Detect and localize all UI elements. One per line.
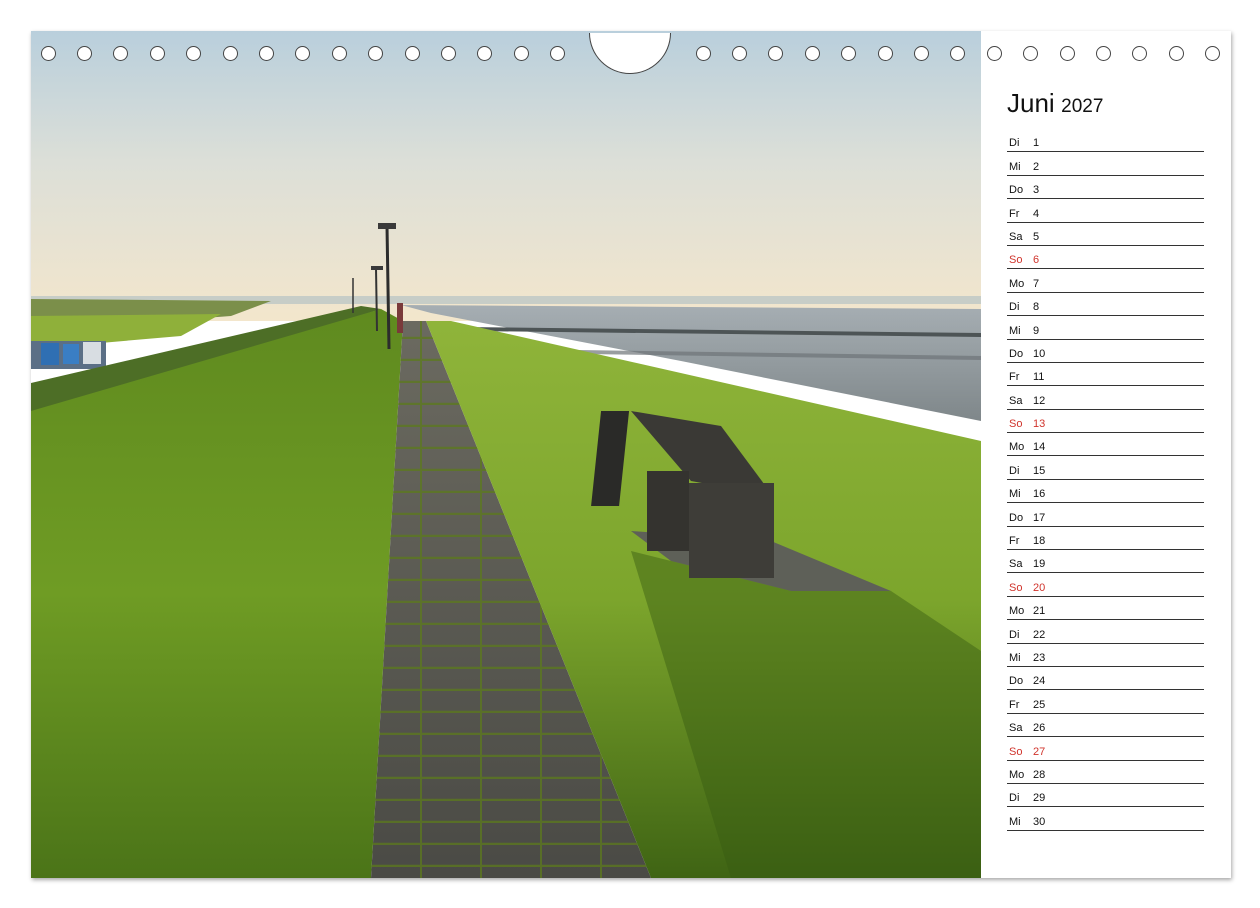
weekday-label: Fr [1009,698,1020,711]
day-row: Di 22 [1007,620,1204,644]
day-number: 22 [1033,628,1046,641]
day-row: Sa 26 [1007,714,1204,738]
day-number: 30 [1033,815,1046,828]
weekday-label: Fr [1009,207,1020,220]
weekday-label: Do [1009,675,1024,688]
weekday-label: Di [1009,628,1020,641]
weekday-label: Sa [1009,230,1023,243]
day-number: 3 [1033,184,1040,197]
weekday-label: Mo [1009,605,1025,618]
day-number: 13 [1033,418,1046,431]
month-name: Juni [1007,88,1055,118]
day-number: 26 [1033,722,1046,735]
weekday-label: Mi [1009,160,1021,173]
weekday-label: Di [1009,301,1020,314]
day-row: Do 17 [1007,503,1204,527]
day-row: Sa 5 [1007,223,1204,246]
day-row: So 6 [1007,246,1204,270]
day-number: 6 [1033,254,1040,267]
weekday-label: Mi [1009,815,1021,828]
weekday-label: Sa [1009,722,1023,735]
day-number: 7 [1033,277,1040,290]
day-number: 28 [1033,768,1046,781]
day-number: 29 [1033,792,1046,805]
day-number: 18 [1033,535,1046,548]
day-row: Mi 16 [1007,480,1204,504]
day-row: Mi 30 [1007,807,1204,831]
day-row: So 27 [1007,737,1204,761]
day-number: 25 [1033,698,1046,711]
day-row: Mo 28 [1007,761,1204,784]
year-label: 2027 [1061,96,1104,117]
day-number: 16 [1033,488,1046,501]
day-number: 24 [1033,675,1046,688]
day-row: Do 3 [1007,176,1204,200]
day-number: 23 [1033,651,1046,664]
dike-photo [31,31,981,878]
day-number: 27 [1033,745,1046,758]
weekday-label: Fr [1009,535,1020,548]
day-number: 11 [1033,371,1045,384]
weekday-label: So [1009,254,1023,267]
calendar-page: Juni 2027 Di 1 Mi 2 Do 3 Fr 4 Sa 5 So 6 Mo 7 Di 8 Mi 9 Do 1… [31,31,1231,878]
day-row: Di 1 [1007,129,1204,153]
day-row: Fr 18 [1007,527,1204,551]
weekday-label: Mi [1009,488,1021,501]
day-number: 10 [1033,347,1046,360]
day-row: Do 24 [1007,667,1204,691]
day-list: Di 1 Mi 2 Do 3 Fr 4 Sa 5 So 6 Mo 7 Di 8 Mi 9 Do 10 Fr 11 Sa 12 S… [1007,129,1204,831]
weekday-label: So [1009,418,1023,431]
day-row: Sa 12 [1007,386,1204,410]
day-number: 8 [1033,301,1040,314]
day-row: Fr 11 [1007,363,1204,387]
weekday-label: Sa [1009,558,1023,571]
weekday-label: Mo [1009,441,1025,454]
day-number: 5 [1033,230,1040,243]
calendar-sidebar: Juni 2027 Di 1 Mi 2 Do 3 Fr 4 Sa 5 So 6 Mo 7 Di 8 Mi 9 Do 1… [981,31,1231,878]
weekday-label: Mi [1009,651,1021,664]
weekday-label: Di [1009,137,1020,150]
weekday-label: Mo [1009,768,1025,781]
day-number: 12 [1033,394,1046,407]
day-row: So 13 [1007,410,1204,434]
day-row: Di 29 [1007,784,1204,808]
day-row: Mo 7 [1007,269,1204,293]
day-row: So 20 [1007,573,1204,597]
month-title: Juni 2027 [1007,88,1103,119]
weekday-label: Do [1009,347,1024,360]
day-number: 21 [1033,605,1046,618]
weekday-label: Sa [1009,394,1023,407]
day-row: Sa 19 [1007,550,1204,574]
day-row: Mo 14 [1007,433,1204,457]
day-row: Mi 23 [1007,644,1204,667]
day-number: 15 [1033,464,1046,477]
weekday-label: Mi [1009,324,1021,337]
weekday-label: So [1009,581,1023,594]
day-row: Fr 25 [1007,690,1204,714]
day-row: Di 15 [1007,456,1204,480]
day-number: 9 [1033,324,1040,337]
day-number: 20 [1033,581,1046,594]
weekday-label: Fr [1009,371,1020,384]
weekday-label: Mo [1009,277,1025,290]
day-row: Mi 2 [1007,152,1204,176]
weekday-label: So [1009,745,1023,758]
day-row: Di 8 [1007,293,1204,317]
day-row: Do 10 [1007,340,1204,363]
weekday-label: Di [1009,792,1020,805]
day-row: Fr 4 [1007,199,1204,223]
day-row: Mi 9 [1007,316,1204,340]
weekday-label: Do [1009,511,1024,524]
day-number: 1 [1033,137,1040,150]
weekday-label: Do [1009,184,1024,197]
day-number: 4 [1033,207,1040,220]
dike-landscape-image [31,31,981,878]
day-number: 19 [1033,558,1046,571]
day-number: 14 [1033,441,1046,454]
day-number: 17 [1033,511,1046,524]
day-row: Mo 21 [1007,597,1204,621]
weekday-label: Di [1009,464,1020,477]
day-number: 2 [1033,160,1040,173]
